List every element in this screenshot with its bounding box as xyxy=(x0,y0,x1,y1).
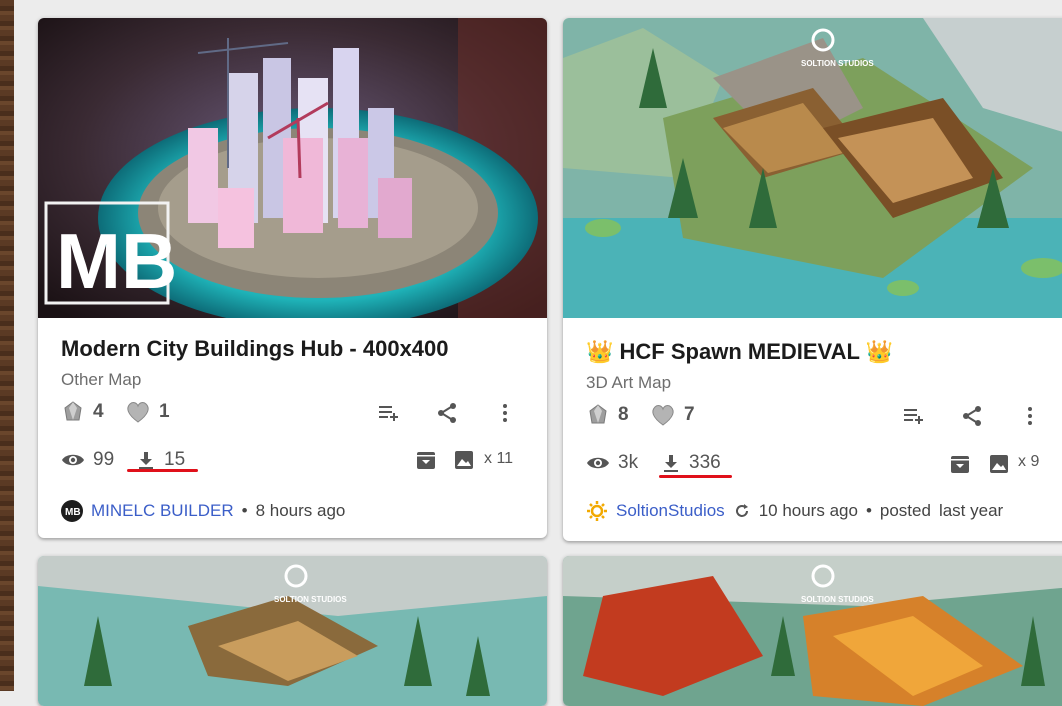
download-icon xyxy=(136,450,156,470)
map-title-text: HCF Spawn MEDIEVAL xyxy=(619,339,860,364)
map-category[interactable]: Other Map xyxy=(61,370,141,390)
archive-icon[interactable] xyxy=(948,452,972,476)
eye-icon xyxy=(61,450,85,470)
posted-time: last year xyxy=(938,501,1004,520)
archive-icon[interactable] xyxy=(414,448,438,472)
card-meta: SoltionStudios 10 hours ago • posted las… xyxy=(586,500,1003,522)
view-count: 99 xyxy=(61,449,114,471)
diamond-icon xyxy=(586,403,610,427)
card-actions xyxy=(377,401,517,425)
download-count-value: 336 xyxy=(689,452,721,473)
image-count: x 11 xyxy=(484,450,514,467)
map-title[interactable]: Modern City Buildings Hub - 400x400 xyxy=(61,336,449,362)
posted-label: posted xyxy=(879,501,931,520)
like-count[interactable]: 7 xyxy=(650,403,695,427)
view-count-value: 99 xyxy=(93,449,115,470)
map-category[interactable]: 3D Art Map xyxy=(586,373,671,393)
map-card[interactable]: SOLTION STUDIOS xyxy=(563,556,1062,706)
svg-text:MB: MB xyxy=(65,507,81,518)
svg-text:SOLTION STUDIOS: SOLTION STUDIOS xyxy=(801,595,874,604)
like-count-value: 1 xyxy=(159,401,170,422)
map-thumbnail[interactable]: SOLTION STUDIOS xyxy=(38,556,547,706)
diamond-count[interactable]: 4 xyxy=(61,400,104,424)
diamond-icon xyxy=(61,400,85,424)
diamond-count-value: 8 xyxy=(618,404,629,425)
svg-text:MB: MB xyxy=(56,217,177,305)
share-icon[interactable] xyxy=(960,404,984,428)
add-to-playlist-icon[interactable] xyxy=(902,404,926,428)
crown-icon: 👑 xyxy=(586,339,614,364)
card-meta: MB MINELC BUILDER • 8 hours ago xyxy=(61,500,345,522)
map-thumbnail[interactable]: SOLTION STUDIOS xyxy=(563,18,1062,318)
like-count-value: 7 xyxy=(684,404,695,425)
author-avatar[interactable]: MB xyxy=(61,500,83,522)
author-link[interactable]: SoltionStudios xyxy=(616,501,725,521)
eye-icon xyxy=(586,453,610,473)
download-count[interactable]: 15 xyxy=(136,449,185,471)
map-card[interactable]: SOLTION STUDIOS xyxy=(38,556,547,706)
diamond-count-value: 4 xyxy=(93,401,104,422)
heart-icon xyxy=(125,400,151,424)
svg-text:SOLTION STUDIOS: SOLTION STUDIOS xyxy=(801,59,874,68)
separator-dot: • xyxy=(241,501,248,520)
diamond-count[interactable]: 8 xyxy=(586,403,629,427)
map-thumbnail[interactable]: SOLTION STUDIOS xyxy=(563,556,1062,706)
side-border xyxy=(0,0,14,691)
map-title[interactable]: 👑 HCF Spawn MEDIEVAL 👑 xyxy=(586,339,893,365)
heart-icon xyxy=(650,403,676,427)
view-count: 3k xyxy=(586,452,638,474)
add-to-playlist-icon[interactable] xyxy=(377,401,401,425)
map-thumbnail[interactable]: MB xyxy=(38,18,547,318)
sun-icon[interactable] xyxy=(586,500,608,522)
updated-time: 10 hours ago xyxy=(758,501,858,520)
author-link[interactable]: MINELC BUILDER xyxy=(91,501,234,521)
more-vert-icon[interactable] xyxy=(493,401,517,425)
more-vert-icon[interactable] xyxy=(1018,404,1042,428)
refresh-icon xyxy=(733,502,751,520)
download-underline xyxy=(127,469,198,472)
card-actions xyxy=(902,404,1042,428)
like-count[interactable]: 1 xyxy=(125,400,170,424)
download-icon xyxy=(661,453,681,473)
map-card[interactable]: MB Modern City Buildings Hub - 400x400 O… xyxy=(38,18,547,538)
crown-icon: 👑 xyxy=(865,339,894,364)
image-icon[interactable] xyxy=(452,448,476,472)
mb-logo: MB xyxy=(44,201,177,305)
separator-dot: • xyxy=(865,501,872,520)
post-time: 8 hours ago xyxy=(255,501,346,520)
map-card[interactable]: SOLTION STUDIOS 👑 HCF Spawn MEDIEVAL 👑 3… xyxy=(563,18,1062,541)
download-count[interactable]: 336 xyxy=(661,452,721,474)
view-count-value: 3k xyxy=(618,452,639,473)
svg-text:SOLTION STUDIOS: SOLTION STUDIOS xyxy=(274,595,347,604)
image-icon[interactable] xyxy=(987,452,1011,476)
image-count: x 9 xyxy=(1018,453,1040,470)
share-icon[interactable] xyxy=(435,401,459,425)
download-count-value: 15 xyxy=(164,449,186,470)
download-underline xyxy=(659,475,732,478)
